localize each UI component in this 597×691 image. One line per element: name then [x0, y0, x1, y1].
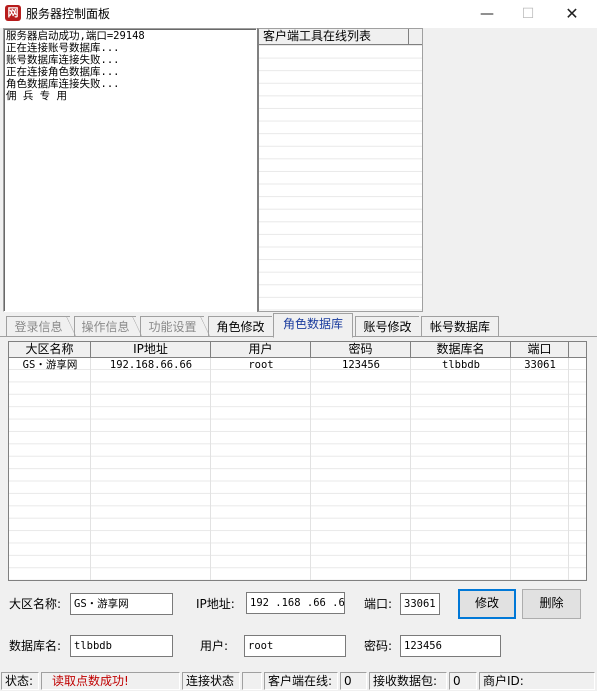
- app-icon: 网: [5, 5, 21, 21]
- port-label: 端口:: [364, 597, 393, 611]
- maximize-button[interactable]: ☐: [506, 0, 550, 28]
- online-list-header[interactable]: 客户端工具在线列表: [259, 29, 409, 45]
- dbname-label: 数据库名:: [9, 639, 62, 653]
- column-header-dbname[interactable]: 数据库名: [411, 342, 511, 358]
- ip-label: IP地址:: [196, 597, 235, 611]
- connection-status-label: 连接状态: [182, 672, 240, 690]
- modify-button[interactable]: 修改: [458, 589, 516, 619]
- grid-column-line: [568, 358, 569, 580]
- cell-port[interactable]: 33061: [511, 359, 569, 372]
- cell-ip[interactable]: 192.168.66.66: [91, 359, 211, 372]
- tab-operation-info[interactable]: 操作信息: [74, 316, 136, 337]
- online-list-body[interactable]: [259, 45, 422, 311]
- tab-login-info[interactable]: 登录信息: [6, 316, 70, 337]
- log-line: 角色数据库连接失败...: [6, 78, 120, 90]
- column-header-ip[interactable]: IP地址: [91, 342, 211, 358]
- grid-column-line: [210, 358, 211, 580]
- log-line: 正在连接角色数据库...: [6, 66, 120, 78]
- log-line: 服务器启动成功,端口=29148: [6, 30, 145, 42]
- log-line: 账号数据库连接失败...: [6, 54, 120, 66]
- merchant-id-label: 商户ID:: [479, 672, 595, 690]
- port-input[interactable]: 33061: [400, 593, 440, 615]
- clients-online-label: 客户端在线:: [264, 672, 338, 690]
- online-list-header-filler: [409, 29, 422, 45]
- database-grid[interactable]: 大区名称 IP地址 用户 密码 数据库名 端口 GS・游享网 192.168.6…: [8, 341, 587, 581]
- connection-status-value: [242, 672, 262, 690]
- minimize-button[interactable]: —: [465, 0, 509, 28]
- region-input[interactable]: GS・游享网: [70, 593, 173, 615]
- delete-button[interactable]: 删除: [522, 589, 581, 619]
- clients-online-value: 0: [340, 672, 367, 690]
- status-label: 状态:: [1, 672, 39, 690]
- cell-user[interactable]: root: [211, 359, 311, 372]
- window-title: 服务器控制面板: [26, 7, 111, 21]
- tab-role-modify[interactable]: 角色修改: [208, 316, 272, 337]
- online-client-list[interactable]: 客户端工具在线列表: [257, 28, 423, 312]
- tab-account-modify[interactable]: 账号修改: [355, 316, 419, 337]
- grid-column-line: [410, 358, 411, 580]
- user-label: 用户:: [200, 639, 229, 653]
- grid-header: 大区名称 IP地址 用户 密码 数据库名 端口: [9, 342, 586, 358]
- column-header-password[interactable]: 密码: [311, 342, 411, 358]
- server-log[interactable]: 服务器启动成功,端口=29148 正在连接账号数据库... 账号数据库连接失败.…: [3, 28, 257, 312]
- region-label: 大区名称:: [9, 597, 62, 611]
- user-input[interactable]: root: [244, 635, 346, 657]
- password-label: 密码:: [364, 639, 393, 653]
- column-header-port[interactable]: 端口: [511, 342, 569, 358]
- dbname-input[interactable]: tlbbdb: [70, 635, 173, 657]
- log-line: 正在连接账号数据库...: [6, 42, 120, 54]
- grid-column-line: [90, 358, 91, 580]
- password-input[interactable]: 123456: [400, 635, 501, 657]
- cell-dbname[interactable]: tlbbdb: [411, 359, 511, 372]
- tab-role-database[interactable]: 角色数据库: [273, 313, 353, 338]
- tab-function-settings[interactable]: 功能设置: [140, 316, 204, 337]
- tab-strip: 登录信息 操作信息 功能设置 角色修改 角色数据库 账号修改 帐号数据库: [0, 313, 597, 338]
- status-bar: 状态: 读取点数成功! 连接状态 客户端在线: 0 接收数据包: 0 商户ID:: [0, 671, 597, 691]
- column-header-region[interactable]: 大区名称: [9, 342, 91, 358]
- cell-region[interactable]: GS・游享网: [9, 359, 91, 372]
- title-bar[interactable]: 网 服务器控制面板 — ☐ ✕: [0, 0, 597, 28]
- grid-column-line: [310, 358, 311, 580]
- grid-column-line: [510, 358, 511, 580]
- status-message: 读取点数成功!: [41, 672, 180, 690]
- log-line: 佣 兵 专 用: [6, 90, 67, 102]
- tab-account-database[interactable]: 帐号数据库: [421, 316, 499, 337]
- packets-value: 0: [449, 672, 477, 690]
- close-button[interactable]: ✕: [550, 0, 594, 28]
- column-header-user[interactable]: 用户: [211, 342, 311, 358]
- ip-address-input[interactable]: 192 .168 .66 .66: [246, 592, 345, 614]
- packets-label: 接收数据包:: [369, 672, 447, 690]
- grid-body[interactable]: [9, 358, 586, 580]
- cell-password[interactable]: 123456: [311, 359, 411, 372]
